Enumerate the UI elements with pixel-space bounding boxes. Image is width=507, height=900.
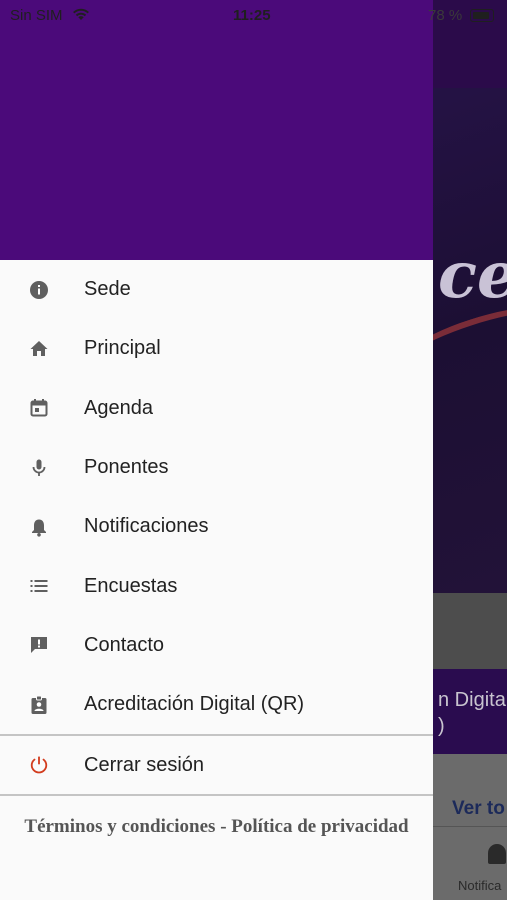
menu-item-contacto[interactable]: Contacto	[0, 616, 433, 675]
power-icon	[29, 755, 49, 775]
list-icon	[29, 576, 49, 596]
terms-link[interactable]: Términos y condiciones	[24, 816, 215, 837]
menu-item-label: Principal	[84, 337, 161, 360]
badge-icon	[29, 695, 49, 715]
menu-item-label: Encuestas	[84, 574, 178, 597]
tab-bar-divider	[433, 826, 507, 827]
menu-item-label: Notificaciones	[84, 515, 209, 538]
menu-item-label: Sede	[84, 278, 131, 301]
tab-notifications-label: Notifica	[458, 878, 502, 893]
menu-item-notificaciones[interactable]: Notificaciones	[0, 497, 433, 556]
tab-bell-icon	[488, 844, 506, 864]
menu-item-ponentes[interactable]: Ponentes	[0, 438, 433, 497]
calendar-icon	[29, 398, 49, 418]
menu-item-sede[interactable]: Sede	[0, 260, 433, 319]
menu-item-acreditacion-qr[interactable]: Acreditación Digital (QR)	[0, 675, 433, 734]
menu-item-principal[interactable]: Principal	[0, 319, 433, 378]
menu-item-label: Agenda	[84, 396, 153, 419]
drawer-header	[0, 0, 433, 260]
battery-percentage: 78 %	[428, 7, 463, 24]
menu-item-agenda[interactable]: Agenda	[0, 379, 433, 438]
microphone-icon	[29, 458, 49, 478]
see-all-link: Ver to	[452, 798, 505, 819]
card-title-line1: n Digita	[438, 689, 506, 711]
carrier-label: Sin SIM	[10, 7, 90, 24]
menu-item-encuestas[interactable]: Encuestas	[0, 556, 433, 615]
card-title-line2: )	[438, 715, 445, 737]
menu-item-label: Acreditación Digital (QR)	[84, 693, 305, 716]
feedback-icon	[29, 635, 49, 655]
bell-icon	[29, 517, 49, 537]
status-bar: Sin SIM 11:25 78 %	[0, 0, 507, 30]
battery-icon	[470, 9, 494, 22]
privacy-link[interactable]: Política de privacidad	[231, 816, 408, 837]
legal-links: Términos y condiciones - Política de pri…	[0, 815, 433, 839]
info-icon	[29, 280, 49, 300]
menu-item-label: Ponentes	[84, 456, 169, 479]
logout-button[interactable]: Cerrar sesión	[0, 736, 433, 794]
home-icon	[29, 339, 49, 359]
navigation-drawer: Sede Principal Agenda Ponentes Notificac…	[0, 0, 433, 900]
wifi-icon	[72, 8, 89, 20]
logout-label: Cerrar sesión	[84, 753, 205, 776]
clock: 11:25	[233, 7, 271, 24]
drawer-menu: Sede Principal Agenda Ponentes Notificac…	[0, 260, 433, 797]
hero-word: ce	[438, 238, 507, 313]
legal-separator: -	[220, 816, 227, 837]
menu-item-label: Contacto	[84, 633, 165, 656]
menu-divider-bottom	[0, 794, 433, 797]
